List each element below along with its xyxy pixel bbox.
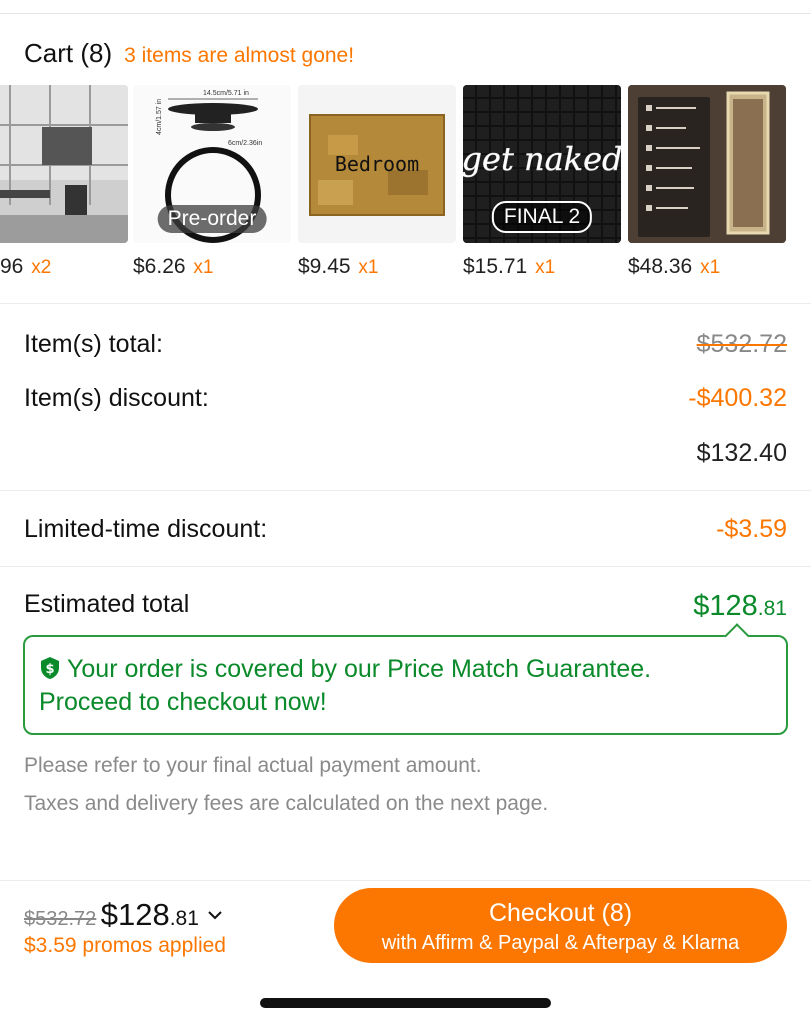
items-discount-label: Item(s) discount: [24, 384, 209, 412]
checkout-label: Checkout (8) [488, 899, 633, 927]
price-match-guarantee: $ Your order is covered by our Price Mat… [23, 635, 788, 735]
estimated-cents: .81 [757, 597, 787, 620]
cart-item-price-1: 96 x2 [0, 255, 51, 279]
items-discount-value: -$400.32 [688, 384, 787, 412]
item-price: 96 [0, 255, 24, 278]
item-quantity: x1 [535, 257, 556, 278]
cart-item-price-2: $6.26 x1 [133, 255, 213, 279]
checkout-payment-methods: with Affirm & Paypal & Afterpay & Klarna [381, 932, 740, 954]
svg-text:4cm/1.57 in: 4cm/1.57 in [156, 99, 163, 135]
cart-title: Cart (8) [24, 38, 113, 68]
cart-item-image-3[interactable]: Bedroom [298, 85, 456, 243]
bedroom-sign-image: Bedroom [309, 114, 445, 216]
guarantee-line-2: Proceed to checkout now! [39, 688, 327, 716]
chevron-down-icon[interactable] [207, 907, 223, 923]
items-total-value: $532.72 [696, 330, 787, 358]
cart-header: Cart (8) 3 items are almost gone! [24, 38, 354, 69]
home-indicator[interactable] [260, 998, 551, 1008]
interior-room-image [0, 85, 128, 243]
checkout-button[interactable]: Checkout (8) with Affirm & Paypal & Afte… [334, 888, 787, 963]
shield-dollar-icon: $ [41, 657, 59, 679]
divider [0, 490, 811, 491]
item-price: $9.45 [298, 255, 351, 278]
cart-item-carousel[interactable]: 96 x2 14.5cm/5.71 in 6cm/2.36in 4cm/1.57… [0, 85, 811, 285]
taxes-note: Taxes and delivery fees are calculated o… [24, 792, 549, 815]
items-total-label: Item(s) total: [24, 330, 163, 358]
item-quantity: x1 [700, 257, 721, 278]
divider [0, 303, 811, 304]
item-quantity: x1 [358, 257, 379, 278]
cart-item-image-4[interactable]: get naked FINAL 2 [463, 85, 621, 243]
guarantee-line-1: Your order is covered by our Price Match… [67, 655, 652, 683]
bottom-price-summary[interactable]: $532.72 $128.81 [24, 897, 223, 933]
bottom-new-dollars: $128 [100, 897, 170, 932]
cart-item-image-2[interactable]: 14.5cm/5.71 in 6cm/2.36in 4cm/1.57 in Pr… [133, 85, 291, 243]
svg-text:get naked: get naked [463, 140, 621, 178]
svg-text:6cm/2.36in: 6cm/2.36in [228, 140, 262, 147]
preorder-badge: Pre-order [157, 205, 267, 233]
limited-discount-value: -$3.59 [716, 515, 787, 543]
top-divider [0, 13, 811, 14]
bottom-new-cents: .81 [169, 907, 199, 930]
bottom-bar-divider [0, 880, 811, 881]
item-quantity: x1 [193, 257, 214, 278]
item-price: $15.71 [463, 255, 528, 278]
bottom-old-price: $532.72 [24, 908, 97, 930]
svg-text:$: $ [45, 662, 54, 677]
divider [0, 566, 811, 567]
cart-item-price-3: $9.45 x1 [298, 255, 378, 279]
limited-discount-label: Limited-time discount: [24, 515, 268, 543]
item-price: $48.36 [628, 255, 693, 278]
cart-item-image-5[interactable] [628, 85, 786, 243]
cart-item-image-1[interactable] [0, 85, 128, 243]
svg-text:14.5cm/5.71 in: 14.5cm/5.71 in [203, 90, 249, 97]
svg-text:Bedroom: Bedroom [335, 152, 419, 176]
estimated-dollars: $128 [693, 590, 758, 622]
cart-item-price-4: $15.71 x1 [463, 255, 555, 279]
cart-item-price-5: $48.36 x1 [628, 255, 720, 279]
item-quantity: x2 [31, 257, 52, 278]
estimated-total-label: Estimated total [24, 590, 190, 618]
promos-applied: $3.59 promos applied [24, 934, 226, 957]
cart-stock-note: 3 items are almost gone! [124, 44, 355, 67]
guarantee-message: $ Your order is covered by our Price Mat… [39, 653, 772, 719]
mirror-image [628, 85, 786, 243]
estimated-total-value: $128.81 [693, 590, 787, 623]
final-stock-badge: FINAL 2 [491, 201, 593, 233]
payment-note: Please refer to your final actual paymen… [24, 754, 482, 777]
item-price: $6.26 [133, 255, 186, 278]
subtotal-value: $132.40 [696, 439, 787, 467]
